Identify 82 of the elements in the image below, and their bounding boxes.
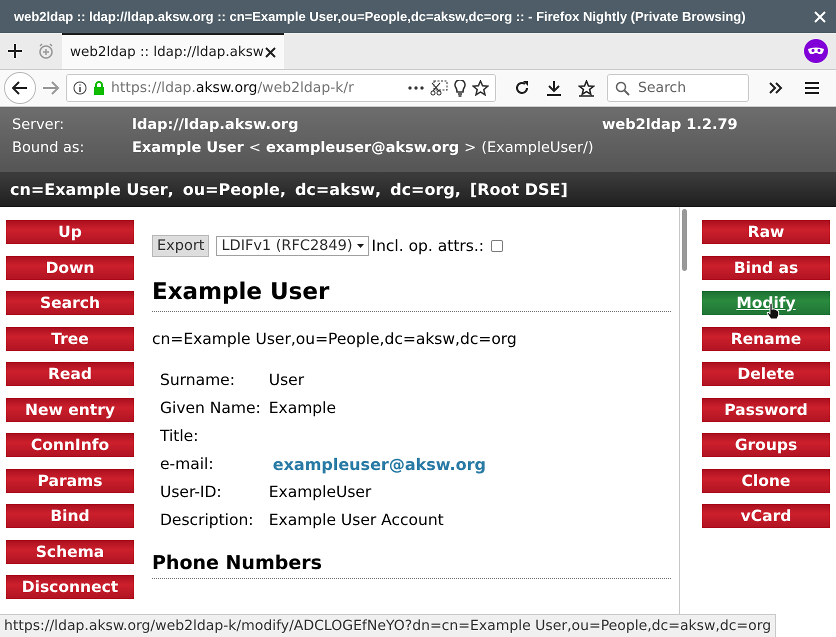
nav-button[interactable]: ConnInfo — [6, 433, 134, 457]
server-label: Server: — [12, 117, 66, 133]
attribute-label: Title: — [160, 427, 198, 445]
nav-button[interactable]: Schema — [6, 540, 134, 564]
nav-button[interactable]: Down — [6, 256, 134, 280]
search-field[interactable]: Search — [607, 74, 749, 102]
overflow-icon[interactable] — [769, 82, 783, 94]
attribute-label: e-mail: — [160, 455, 214, 473]
attribute-value: ExampleUser — [268, 483, 372, 501]
separator-text: , — [280, 180, 286, 199]
bound-user: Example User — [132, 140, 244, 156]
nav-button[interactable]: Tree — [6, 326, 134, 350]
attribute-label: User-ID: — [160, 483, 222, 501]
bracket-text: > — [464, 140, 476, 156]
lightbulb-icon[interactable] — [454, 80, 466, 96]
nav-button[interactable]: Bind — [6, 504, 134, 528]
section-heading: Phone Numbers — [152, 552, 671, 579]
breadcrumb-link[interactable]: dc=org — [390, 180, 455, 199]
separator-text: , — [168, 180, 174, 199]
back-button[interactable] — [4, 72, 36, 104]
bound-email: exampleuser@aksw.org — [266, 140, 460, 156]
nav-button[interactable]: Params — [6, 468, 134, 492]
download-icon[interactable] — [546, 80, 562, 96]
star-icon[interactable] — [472, 80, 489, 96]
menu-icon[interactable] — [805, 82, 819, 94]
email-link[interactable]: exampleuser@aksw.org — [268, 454, 486, 474]
entry-dn: cn=Example User,ou=People,dc=aksw,dc=org — [152, 330, 518, 348]
back-arrow-icon — [12, 81, 28, 95]
server-url: ldap://ldap.aksw.org — [132, 117, 300, 133]
nav-button[interactable]: vCard — [702, 504, 830, 528]
forward-arrow-icon[interactable] — [42, 81, 60, 95]
status-bar: https://ldap.aksw.org/web2ldap-k/modify/ADCLOGEfNeYO?dn=cn=Example User,ou=People,dc=aksw,dc=org — [0, 614, 776, 637]
attribute-value: Example — [268, 399, 336, 417]
nav-button[interactable]: Raw — [702, 220, 830, 244]
address-field[interactable]: https://ldap.aksw.org/web2ldap-k/r — [66, 74, 496, 102]
nav-button[interactable]: Up — [6, 220, 134, 244]
window-title: web2ldap :: ldap://ldap.aksw.org :: cn=Example User,ou=People,dc=aksw,dc=org :: - Firefox Nightly (Private Browsing) — [14, 9, 746, 24]
nav-button[interactable]: Search — [6, 291, 134, 315]
browser-tab[interactable]: web2ldap :: ldap://ldap.aksw — [62, 33, 284, 69]
checkbox-label: Incl. op. attrs.: — [372, 237, 484, 255]
separator-text: , — [375, 180, 382, 199]
library-star-icon[interactable] — [578, 80, 595, 96]
nav-button[interactable]: Read — [6, 362, 134, 386]
version-text: web2ldap 1.2.79 — [602, 117, 739, 133]
nav-button[interactable]: Disconnect — [6, 575, 134, 599]
screenshot-icon[interactable] — [430, 80, 448, 96]
entry-title: Example User — [152, 279, 671, 312]
attribute-label: Description: — [160, 511, 254, 529]
breadcrumb-link[interactable]: dc=aksw — [294, 180, 376, 199]
attribute-label: Surname: — [160, 371, 235, 389]
lock-icon — [93, 81, 105, 95]
info-icon — [73, 81, 87, 95]
breadcrumb-link[interactable]: [Root DSE] — [470, 180, 568, 199]
checkbox[interactable] — [491, 240, 504, 252]
nav-button[interactable]: Rename — [702, 326, 830, 350]
nav-button[interactable]: Groups — [702, 433, 830, 457]
mask-icon[interactable] — [804, 39, 828, 63]
attribute-value: Example User Account — [268, 511, 444, 529]
new-tab-icon[interactable] — [8, 44, 22, 58]
nav-button[interactable]: Modify — [702, 291, 830, 315]
separator-text: , — [454, 180, 461, 199]
format-dropdown[interactable]: LDIFv1 (RFC2849) — [216, 236, 368, 256]
nav-button[interactable]: Clone — [702, 468, 830, 492]
attribute-value: User — [268, 371, 304, 389]
bound-label: Bound as: — [12, 140, 86, 156]
bracket-text: < — [248, 140, 261, 156]
url-text: https://ldap.aksw.org/web2ldap-k/r — [111, 80, 354, 96]
export-button[interactable]: Export — [152, 235, 210, 257]
close-icon[interactable] — [265, 46, 276, 58]
more-icon[interactable] — [408, 86, 424, 90]
breadcrumb-link[interactable]: cn=Example User — [10, 180, 168, 199]
nav-button[interactable]: Delete — [702, 362, 830, 386]
reload-icon[interactable] — [514, 80, 530, 96]
attribute-label: Given Name: — [160, 399, 261, 417]
dropdown-caret-icon — [356, 244, 364, 248]
nav-button[interactable]: New entry — [6, 398, 134, 422]
breadcrumb-link[interactable]: ou=People — [182, 180, 280, 199]
bound-id: (ExampleUser/) — [481, 140, 594, 156]
scrollbar[interactable] — [682, 209, 687, 271]
search-icon — [615, 81, 630, 96]
nav-button[interactable]: Password — [702, 398, 830, 422]
nav-button[interactable]: Bind as — [702, 256, 830, 280]
